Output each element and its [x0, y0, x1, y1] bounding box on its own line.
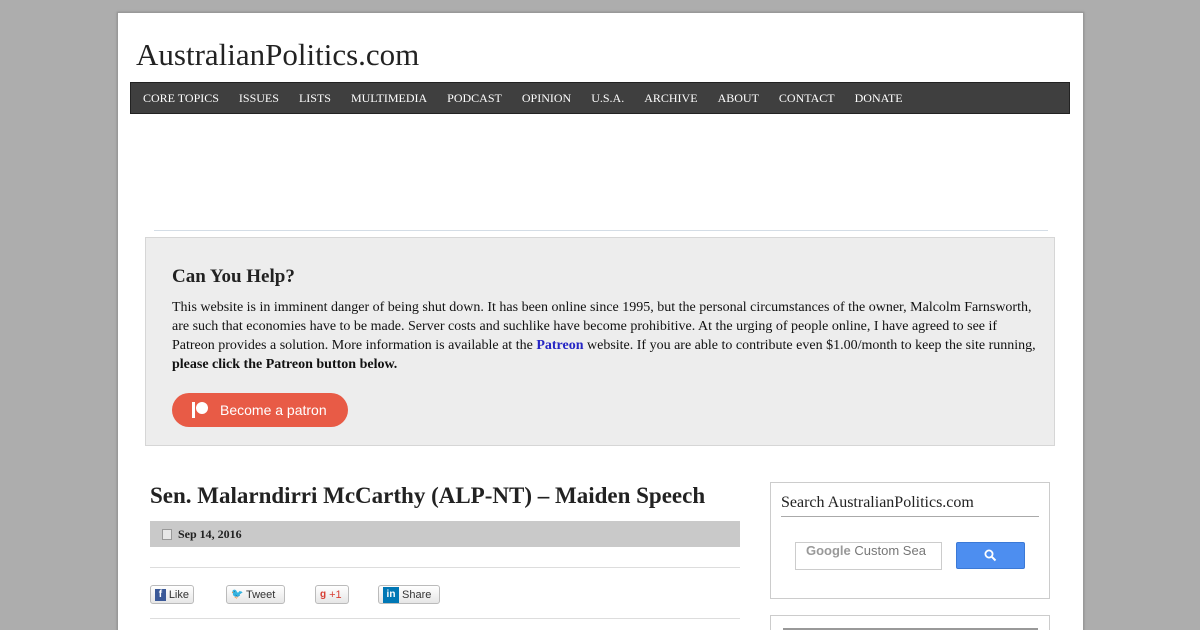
linkedin-icon: in — [383, 586, 399, 603]
gplus-label: +1 — [329, 588, 342, 601]
google-plus-icon: g — [320, 588, 327, 600]
linkedin-share-button[interactable]: in Share — [378, 585, 440, 604]
like-label: Like — [168, 588, 189, 601]
nav-item-multimedia[interactable]: MULTIMEDIA — [341, 91, 437, 106]
main-nav: CORE TOPICS ISSUES LISTS MULTIMEDIA PODC… — [130, 82, 1070, 114]
linkedin-label: Share — [402, 588, 432, 601]
help-text: This website is in imminent danger of be… — [172, 298, 1038, 374]
nav-item-lists[interactable]: LISTS — [289, 91, 341, 106]
google-plus-button[interactable]: g +1 — [315, 585, 349, 604]
tweet-button[interactable]: 🐦 Tweet — [226, 585, 285, 604]
post-meta-bar: Sep 14, 2016 — [150, 521, 740, 547]
share-divider-bottom — [150, 618, 740, 619]
sidebar-widget — [770, 615, 1050, 630]
search-widget-title: Search AustralianPolitics.com — [781, 494, 1039, 517]
nav-item-issues[interactable]: ISSUES — [229, 91, 289, 106]
become-patron-label: Become a patron — [220, 402, 327, 418]
help-notice-box: Can You Help? This website is in imminen… — [145, 237, 1055, 446]
post-title[interactable]: Sen. Malarndirri McCarthy (ALP-NT) – Mai… — [150, 483, 705, 509]
twitter-icon: 🐦 — [231, 588, 244, 600]
facebook-icon: f — [155, 588, 166, 601]
search-icon — [984, 549, 997, 562]
patreon-link[interactable]: Patreon — [536, 338, 583, 353]
nav-item-podcast[interactable]: PODCAST — [437, 91, 512, 106]
become-patron-button[interactable]: Become a patron — [172, 393, 348, 427]
tweet-label: Tweet — [246, 588, 276, 601]
search-input[interactable]: Google Custom Sea — [795, 542, 942, 570]
sidebar-search-widget: Search AustralianPolitics.com Google Cus… — [770, 482, 1050, 599]
nav-item-about[interactable]: ABOUT — [708, 91, 769, 106]
nav-item-core-topics[interactable]: CORE TOPICS — [133, 91, 229, 106]
share-divider-top — [150, 567, 740, 568]
nav-item-opinion[interactable]: OPINION — [512, 91, 581, 106]
facebook-like-button[interactable]: f Like — [150, 585, 194, 604]
nav-item-contact[interactable]: CONTACT — [769, 91, 845, 106]
help-title: Can You Help? — [172, 266, 295, 287]
site-title[interactable]: AustralianPolitics.com — [136, 37, 419, 73]
nav-item-usa[interactable]: U.S.A. — [581, 91, 634, 106]
page-container: AustralianPolitics.com CORE TOPICS ISSUE… — [117, 12, 1084, 630]
post-date: Sep 14, 2016 — [178, 526, 242, 541]
help-text-bold: please click the Patreon button below. — [172, 357, 398, 372]
header-divider — [154, 230, 1048, 231]
calendar-icon — [162, 528, 172, 540]
search-button[interactable] — [956, 542, 1025, 569]
nav-item-donate[interactable]: DONATE — [845, 91, 913, 106]
help-text-middle: website. If you are able to contribute e… — [583, 338, 1036, 353]
nav-item-archive[interactable]: ARCHIVE — [634, 91, 707, 106]
patreon-icon — [192, 402, 208, 418]
search-placeholder: Custom Sea — [854, 543, 926, 558]
